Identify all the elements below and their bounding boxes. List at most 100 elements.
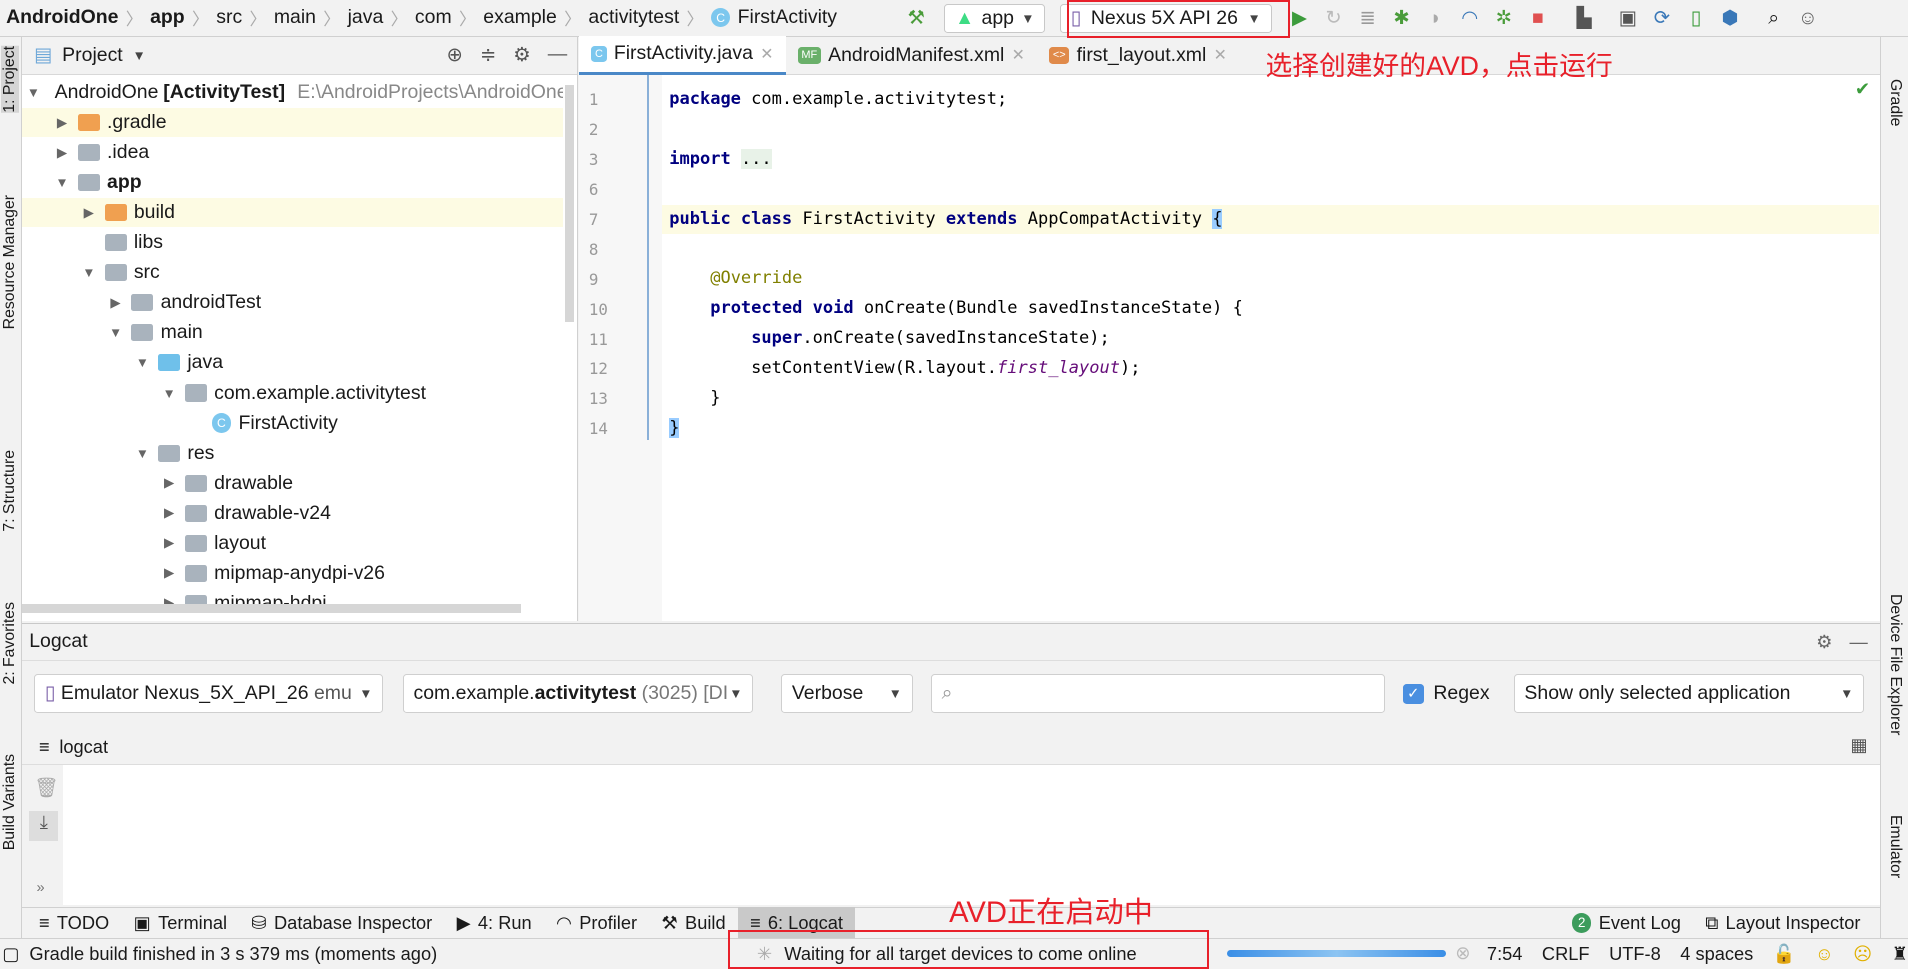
- editor-tab[interactable]: <> first_layout.xml ✕: [1037, 36, 1239, 75]
- gear-icon[interactable]: ⚙: [1816, 631, 1832, 653]
- tree-item[interactable]: ▶ .gradle: [21, 107, 564, 138]
- tool-gradle[interactable]: Gradle: [1886, 79, 1904, 126]
- file-encoding[interactable]: UTF-8: [1609, 943, 1661, 965]
- search-icon[interactable]: ⌕: [1758, 2, 1790, 34]
- code-line[interactable]: package com.example.activitytest;: [669, 89, 1007, 109]
- expand-down-icon[interactable]: ▼: [80, 265, 97, 280]
- logcat-subtab[interactable]: ≡ logcat: [39, 736, 108, 758]
- tool-project[interactable]: 1: Project: [1, 46, 20, 113]
- code-line[interactable]: setContentView(R.layout.first_layout);: [669, 358, 1140, 378]
- breadcrumb-item[interactable]: example: [483, 6, 557, 29]
- hammer-icon[interactable]: ⚒: [900, 2, 932, 34]
- expand-right-icon[interactable]: ▶: [161, 565, 178, 581]
- vertical-scrollbar[interactable]: [564, 85, 575, 323]
- logcat-output[interactable]: [63, 765, 1880, 906]
- log-level-select[interactable]: Verbose ▼: [781, 673, 913, 713]
- tool-structure[interactable]: 7: Structure: [1, 450, 19, 532]
- tool-window-button[interactable]: ⧉ Layout Inspector: [1693, 907, 1873, 939]
- tree-item[interactable]: C FirstActivity: [22, 408, 563, 437]
- close-icon[interactable]: ✕: [1012, 45, 1025, 65]
- tree-item[interactable]: ▶ drawable-v24: [22, 499, 563, 528]
- terminal-icon[interactable]: ▣: [1612, 2, 1644, 34]
- sad-face-icon[interactable]: ☹: [1853, 943, 1872, 965]
- rerun-icon[interactable]: ↻: [1318, 2, 1350, 34]
- tool-device-file-explorer[interactable]: Device File Explorer: [1886, 594, 1904, 735]
- inspector-icon[interactable]: ♜: [1892, 943, 1908, 965]
- tree-item[interactable]: ▶ .idea: [22, 138, 563, 167]
- tool-window-button[interactable]: ◠ Profiler: [544, 907, 649, 939]
- code-line[interactable]: @Override: [669, 268, 802, 288]
- code-area[interactable]: 1 package com.example.activitytest; 2 3 impo…: [579, 75, 1880, 620]
- debug-attach-icon[interactable]: ✲: [1488, 2, 1520, 34]
- tool-window-button[interactable]: ⚒ Build: [649, 907, 738, 939]
- tree-item[interactable]: ▼ src: [22, 258, 563, 287]
- tree-item[interactable]: ▶ mipmap-anydpi-v26: [22, 559, 563, 588]
- tree-item[interactable]: ▼ com.example.activitytest: [22, 378, 563, 407]
- code-line[interactable]: import ...: [669, 148, 772, 169]
- breadcrumb-item[interactable]: activitytest: [588, 6, 679, 29]
- code-line[interactable]: public class FirstActivity extends AppCo…: [669, 208, 1223, 229]
- expand-down-icon[interactable]: ▼: [27, 85, 40, 100]
- tool-window-button[interactable]: ≡ TODO: [27, 907, 122, 939]
- checkbox-checked-icon[interactable]: ✓: [1402, 683, 1424, 705]
- more-icon[interactable]: »: [36, 880, 44, 896]
- expand-down-icon[interactable]: ▼: [54, 175, 71, 190]
- status-toggle-icon[interactable]: ▢: [2, 943, 19, 965]
- code-line[interactable]: super.onCreate(savedInstanceState);: [669, 328, 1110, 348]
- close-icon[interactable]: ✕: [760, 44, 773, 64]
- debug-icon[interactable]: ✱: [1386, 2, 1418, 34]
- tool-favorites[interactable]: 2: Favorites: [1, 602, 19, 685]
- layout-icon[interactable]: ▦: [1851, 734, 1868, 756]
- tree-item[interactable]: ▼ app: [22, 168, 563, 197]
- tree-item[interactable]: ▼ main: [22, 318, 563, 347]
- tree-item[interactable]: ▼ res: [22, 439, 563, 468]
- logcat-search-input[interactable]: ⌕: [930, 673, 1385, 713]
- breadcrumb-item[interactable]: main: [274, 6, 316, 29]
- lock-icon[interactable]: 🔓: [1773, 943, 1796, 965]
- status-message[interactable]: Gradle build finished in 3 s 379 ms (mom…: [29, 943, 437, 965]
- expand-right-icon[interactable]: ▶: [80, 205, 97, 221]
- device-select[interactable]: ▯ Emulator Nexus_5X_API_26 emu ▼: [34, 673, 384, 713]
- breadcrumb-item[interactable]: src: [216, 6, 242, 29]
- collapse-all-icon[interactable]: ≑: [480, 43, 496, 67]
- regex-checkbox[interactable]: ✓ Regex: [1402, 682, 1490, 705]
- code-line[interactable]: protected void onCreate(Bundle savedInst…: [669, 298, 1243, 318]
- tool-window-button[interactable]: 2 Event Log: [1560, 907, 1693, 939]
- expand-right-icon[interactable]: ▶: [161, 535, 178, 551]
- expand-right-icon[interactable]: ▶: [161, 475, 178, 491]
- expand-down-icon[interactable]: ▼: [134, 355, 151, 370]
- device-icon[interactable]: ▯: [1680, 2, 1712, 34]
- caret-position[interactable]: 7:54: [1487, 943, 1523, 965]
- breadcrumb-item[interactable]: java: [348, 6, 384, 29]
- breadcrumb-item[interactable]: FirstActivity: [738, 6, 837, 29]
- sdk-icon[interactable]: ⬢: [1714, 2, 1746, 34]
- trash-icon[interactable]: 🗑: [34, 776, 59, 800]
- tool-emulator[interactable]: Emulator: [1886, 815, 1904, 878]
- scroll-to-end-icon[interactable]: ⤓: [29, 811, 59, 841]
- horizontal-scrollbar[interactable]: [21, 603, 521, 614]
- attach-icon[interactable]: ◗: [1420, 2, 1452, 34]
- happy-face-icon[interactable]: ☺: [1815, 943, 1834, 965]
- minimize-icon[interactable]: —: [1850, 631, 1868, 653]
- indent-setting[interactable]: 4 spaces: [1680, 943, 1753, 965]
- sync-icon[interactable]: ▙: [1568, 2, 1600, 34]
- run-config-dropdown[interactable]: ▲ app ▼: [944, 3, 1046, 33]
- gear-icon[interactable]: ⚙: [513, 43, 530, 67]
- locate-icon[interactable]: ⊕: [447, 43, 463, 67]
- search-input[interactable]: [959, 682, 1362, 705]
- expand-right-icon[interactable]: ▶: [54, 115, 71, 131]
- expand-right-icon[interactable]: ▶: [161, 505, 178, 521]
- profile-icon[interactable]: ◠: [1454, 2, 1486, 34]
- line-separator[interactable]: CRLF: [1542, 943, 1590, 965]
- tool-window-button[interactable]: ▶ 4: Run: [444, 907, 543, 939]
- process-select[interactable]: com.example.activitytest (3025) [DI ▼: [402, 673, 754, 713]
- code-line[interactable]: }: [669, 418, 680, 439]
- tree-item[interactable]: ▶ build: [21, 198, 564, 228]
- editor-tab[interactable]: C FirstActivity.java ✕: [579, 36, 786, 75]
- expand-down-icon[interactable]: ▼: [107, 325, 124, 340]
- tool-resource-manager[interactable]: Resource Manager: [1, 195, 19, 329]
- tree-item[interactable]: ▶ layout: [22, 529, 563, 558]
- expand-down-icon[interactable]: ▼: [134, 446, 151, 461]
- avd-manager-icon[interactable]: ⟳: [1646, 2, 1678, 34]
- stop-icon[interactable]: ■: [1522, 2, 1554, 34]
